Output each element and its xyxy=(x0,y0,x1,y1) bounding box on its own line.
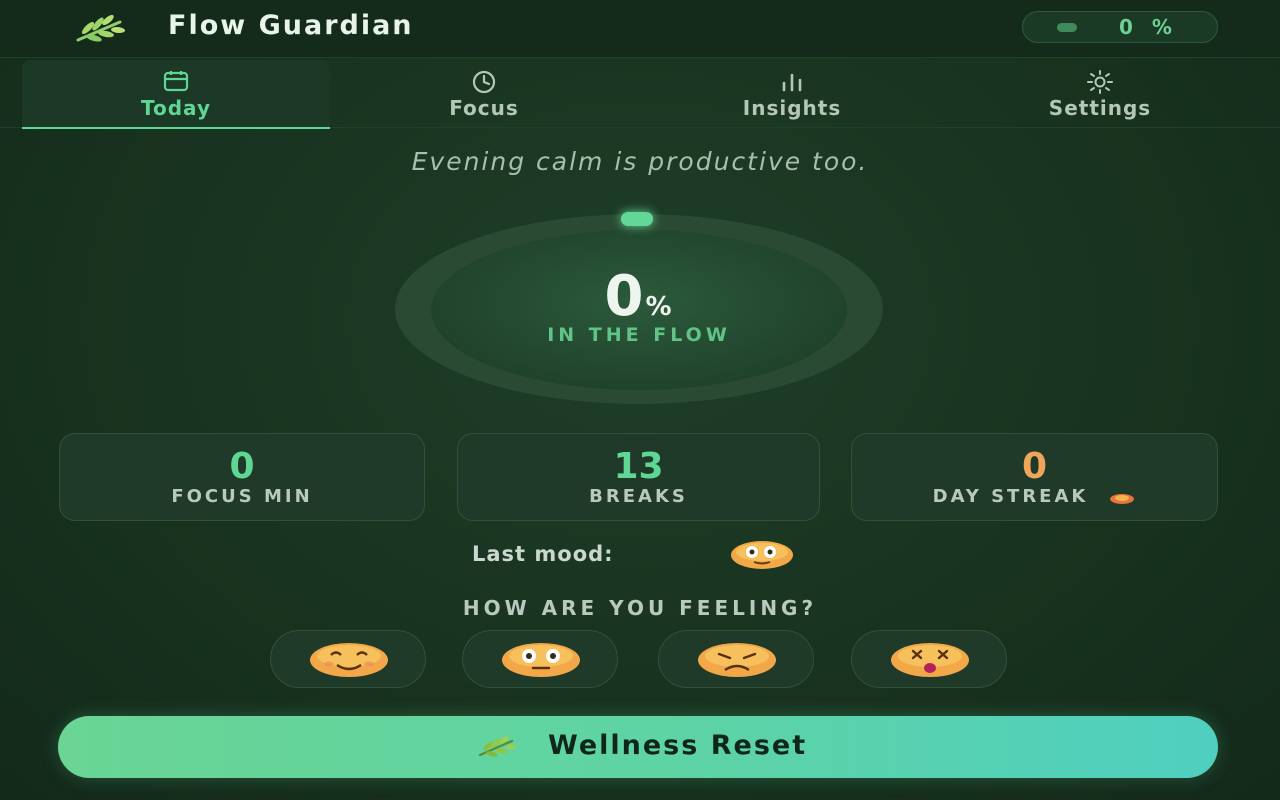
status-dot-icon xyxy=(1057,23,1077,32)
stat-value: 0 xyxy=(1021,446,1048,487)
stat-card-focus-min: 0 FOCUS MIN xyxy=(59,433,425,521)
tab-insights[interactable]: Insights xyxy=(638,60,946,128)
flow-percent-badge: 0 % xyxy=(1022,11,1218,43)
bar-chart-icon xyxy=(782,73,802,92)
smiling-face-icon xyxy=(310,643,388,677)
leaf-sprig-icon xyxy=(76,14,125,42)
tab-settings[interactable]: Settings xyxy=(946,60,1254,128)
clock-icon xyxy=(472,70,496,94)
mood-button-dizzy[interactable] xyxy=(851,630,1007,688)
flow-percent-value: 0 % xyxy=(1119,15,1178,39)
tab-label: Focus xyxy=(449,96,519,120)
tab-label: Settings xyxy=(1048,96,1152,120)
last-mood-label: Last mood: xyxy=(472,542,614,566)
sun-gear-icon xyxy=(1087,70,1113,94)
app-window: Flow Guardian 0 % Today Focus Insights S… xyxy=(0,0,1280,800)
tab-label: Today xyxy=(141,96,211,120)
stat-card-breaks: 13 BREAKS xyxy=(457,433,820,521)
sad-face-icon xyxy=(698,643,776,677)
stat-label: FOCUS MIN xyxy=(171,486,313,507)
flow-percent-number: 0 xyxy=(604,264,646,329)
app-title: Flow Guardian xyxy=(168,10,414,41)
leaf-sprig-icon xyxy=(478,736,516,757)
ring-progress-marker xyxy=(621,212,653,226)
stat-value: 0 xyxy=(229,446,255,487)
stat-value: 13 xyxy=(613,446,664,487)
flow-caption: IN THE FLOW xyxy=(547,324,731,346)
wellness-reset-label: Wellness Reset xyxy=(548,730,808,761)
tab-focus[interactable]: Focus xyxy=(330,60,638,128)
app-header: Flow Guardian 0 % xyxy=(0,0,1280,58)
mood-button-sad[interactable] xyxy=(658,630,814,688)
flow-percent-unit: % xyxy=(645,292,674,322)
mood-button-neutral[interactable] xyxy=(462,630,618,688)
dizzy-face-icon xyxy=(891,643,969,677)
flow-percent-display: 0% xyxy=(395,264,883,329)
stat-label-row: DAY STREAK xyxy=(852,486,1217,507)
neutral-face-icon xyxy=(731,541,793,569)
stat-label: BREAKS xyxy=(589,486,688,507)
calendar-icon xyxy=(163,71,189,92)
wellness-reset-button[interactable]: Wellness Reset xyxy=(58,716,1218,778)
mood-button-happy[interactable] xyxy=(270,630,426,688)
fire-icon xyxy=(1110,494,1135,504)
neutral-face-icon xyxy=(502,643,580,677)
stat-card-day-streak: 0 DAY STREAK xyxy=(851,433,1218,521)
tab-bar: Today Focus Insights Settings xyxy=(0,58,1280,129)
mood-prompt: HOW ARE YOU FEELING? xyxy=(462,596,818,620)
tab-today[interactable]: Today xyxy=(22,60,330,129)
stat-label: DAY STREAK xyxy=(932,486,1089,507)
flow-progress-ring: 0% IN THE FLOW xyxy=(395,212,883,404)
motivational-message: Evening calm is productive too. xyxy=(411,147,869,176)
tab-label: Insights xyxy=(742,96,842,120)
